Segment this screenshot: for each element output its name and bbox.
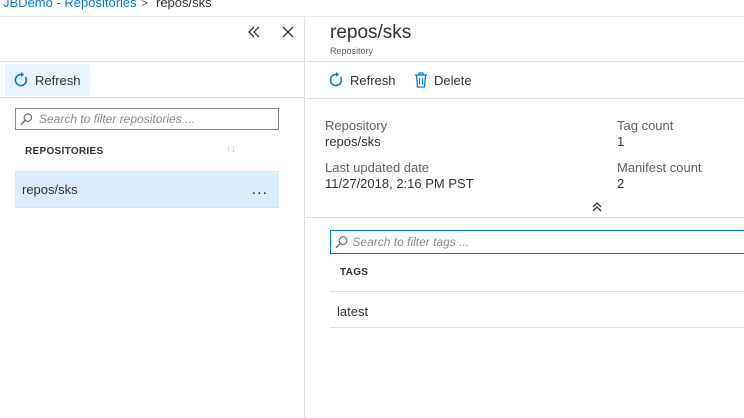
refresh-icon — [14, 72, 28, 87]
refresh-icon — [329, 72, 343, 87]
repositories-column-header[interactable]: REPOSITORIES — [25, 146, 103, 157]
tag-row[interactable]: latest — [330, 292, 744, 328]
refresh-button[interactable]: Refresh — [5, 64, 89, 96]
tag-label: latest — [337, 304, 369, 319]
refresh-details-label: Refresh — [350, 72, 396, 88]
repository-search-box[interactable] — [15, 108, 279, 130]
tag-search-box[interactable] — [330, 230, 744, 254]
manifest-count-value: 2 — [617, 176, 625, 191]
more-options-icon[interactable]: ... — [252, 181, 268, 199]
breadcrumb-separator: > — [141, 0, 149, 10]
manifest-count-label: Manifest count — [617, 160, 702, 175]
repository-search-input[interactable] — [38, 112, 278, 126]
repository-details-blade: repos/sks Repository Refresh Delete Repo… — [306, 17, 744, 418]
sort-icon[interactable]: ↑↓ — [226, 144, 236, 155]
tags-column-header[interactable]: TAGS — [340, 267, 368, 278]
tag-count-value: 1 — [617, 134, 625, 149]
breadcrumb: JBDemo - Repositories > repos/sks — [0, 0, 744, 16]
search-icon — [335, 236, 348, 249]
details-command-bar: Refresh Delete — [306, 61, 744, 99]
delete-button-label: Delete — [434, 72, 472, 88]
tag-search-input[interactable] — [352, 235, 744, 249]
collapse-double-chevron-icon[interactable] — [246, 21, 262, 43]
breadcrumb-current: repos/sks — [156, 0, 212, 10]
essentials-divider — [306, 217, 744, 218]
close-icon[interactable] — [280, 21, 296, 43]
page-title: repos/sks — [330, 22, 412, 43]
repository-value: repos/sks — [325, 134, 381, 149]
last-updated-label: Last updated date — [325, 160, 430, 175]
search-icon — [20, 113, 33, 126]
delete-button[interactable]: Delete — [414, 62, 472, 98]
tag-count-label: Tag count — [617, 118, 674, 133]
refresh-button-label: Refresh — [35, 72, 81, 88]
chevron-up-double-icon[interactable] — [591, 200, 603, 212]
breadcrumb-repositories-link[interactable]: JBDemo - Repositories — [3, 0, 137, 9]
refresh-details-button[interactable]: Refresh — [328, 62, 396, 98]
repository-row-label: repos/sks — [22, 182, 78, 197]
blade-controls — [246, 21, 296, 43]
repositories-blade: Refresh REPOSITORIES ↑↓ repos/sks ... — [0, 17, 305, 418]
last-updated-value: 11/27/2018, 2:16 PM PST — [325, 176, 474, 191]
repository-label: Repository — [325, 118, 388, 133]
trash-icon — [415, 72, 427, 88]
repositories-command-bar: Refresh — [0, 61, 304, 98]
page-subtitle: Repository — [330, 46, 374, 56]
repository-row[interactable]: repos/sks ... — [15, 171, 279, 208]
